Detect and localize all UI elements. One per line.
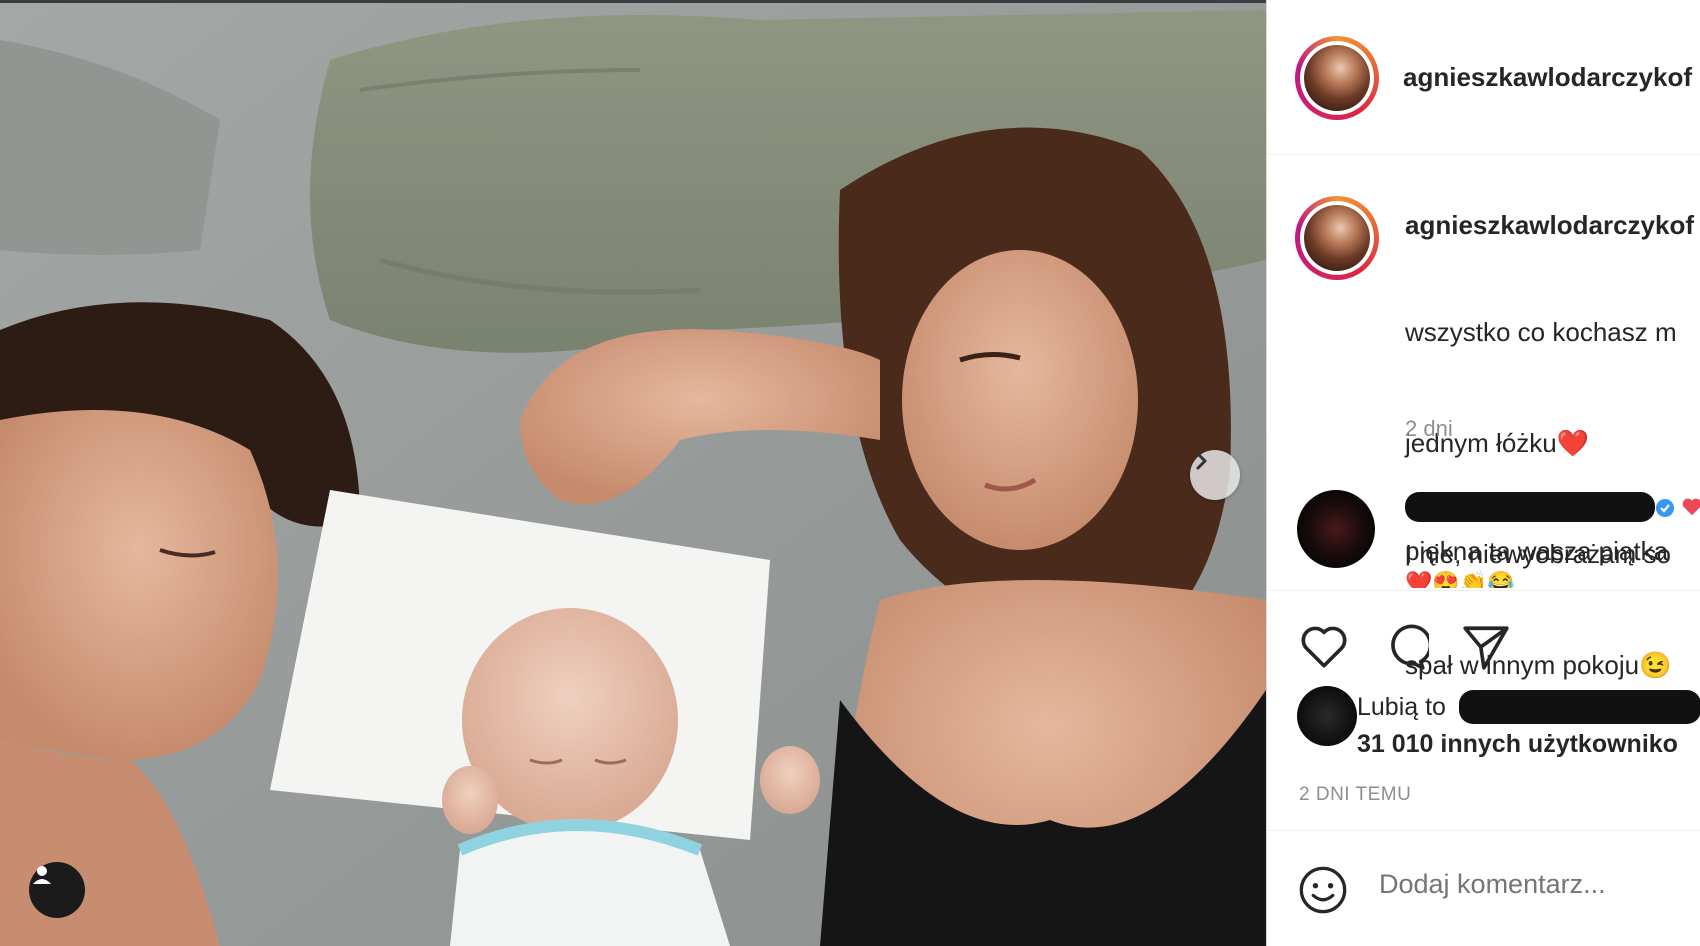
- header-username[interactable]: agnieszkawlodarczykof: [1403, 62, 1692, 93]
- caption-line: wszystko co kochasz m: [1405, 317, 1677, 347]
- post-photo[interactable]: [0, 0, 1266, 946]
- tagged-users-button[interactable]: [29, 862, 85, 918]
- comment-input[interactable]: [1377, 868, 1691, 901]
- comment-heart-icon[interactable]: [1681, 496, 1700, 518]
- caption-username[interactable]: agnieszkawlodarczykof: [1405, 210, 1694, 241]
- emoji-icon[interactable]: [1297, 864, 1349, 916]
- post-header: agnieszkawlodarczykof: [1267, 0, 1700, 155]
- commenter-avatar[interactable]: [1297, 490, 1375, 568]
- share-icon[interactable]: [1461, 622, 1511, 672]
- caption-author-avatar[interactable]: [1295, 196, 1379, 280]
- post-sidebar: agnieszkawlodarczykof agnieszkawlodarczy…: [1266, 0, 1700, 946]
- comment-emojis: ❤️😍👏😂: [1405, 570, 1515, 588]
- next-photo-button[interactable]: [1190, 450, 1240, 500]
- redacted-commenter-name: [1405, 492, 1655, 522]
- liker-avatar[interactable]: [1297, 686, 1357, 746]
- author-avatar[interactable]: [1295, 36, 1379, 120]
- verified-badge-icon: [1656, 499, 1674, 517]
- chevron-right-icon: [1196, 452, 1207, 470]
- redacted-liker-name: [1459, 690, 1700, 724]
- comment-icon[interactable]: [1379, 622, 1429, 672]
- caption-timestamp[interactable]: 2 dni: [1405, 416, 1453, 442]
- comment-text: piękna ta wasza piątka: [1405, 536, 1669, 566]
- top-border: [0, 0, 1266, 3]
- heart-icon[interactable]: [1299, 622, 1349, 672]
- post-date[interactable]: 2 DNI TEMU: [1299, 784, 1411, 806]
- actions-divider: [1267, 590, 1700, 591]
- likes-count[interactable]: 31 010 innych użytkowniko: [1357, 730, 1678, 759]
- photo-illustration: [0, 0, 1266, 946]
- likes-prefix: Lubią to: [1357, 693, 1446, 721]
- caption-line: spał w innym pokoju😉: [1405, 650, 1672, 680]
- user-tag-icon: [33, 866, 51, 884]
- input-divider: [1267, 830, 1700, 831]
